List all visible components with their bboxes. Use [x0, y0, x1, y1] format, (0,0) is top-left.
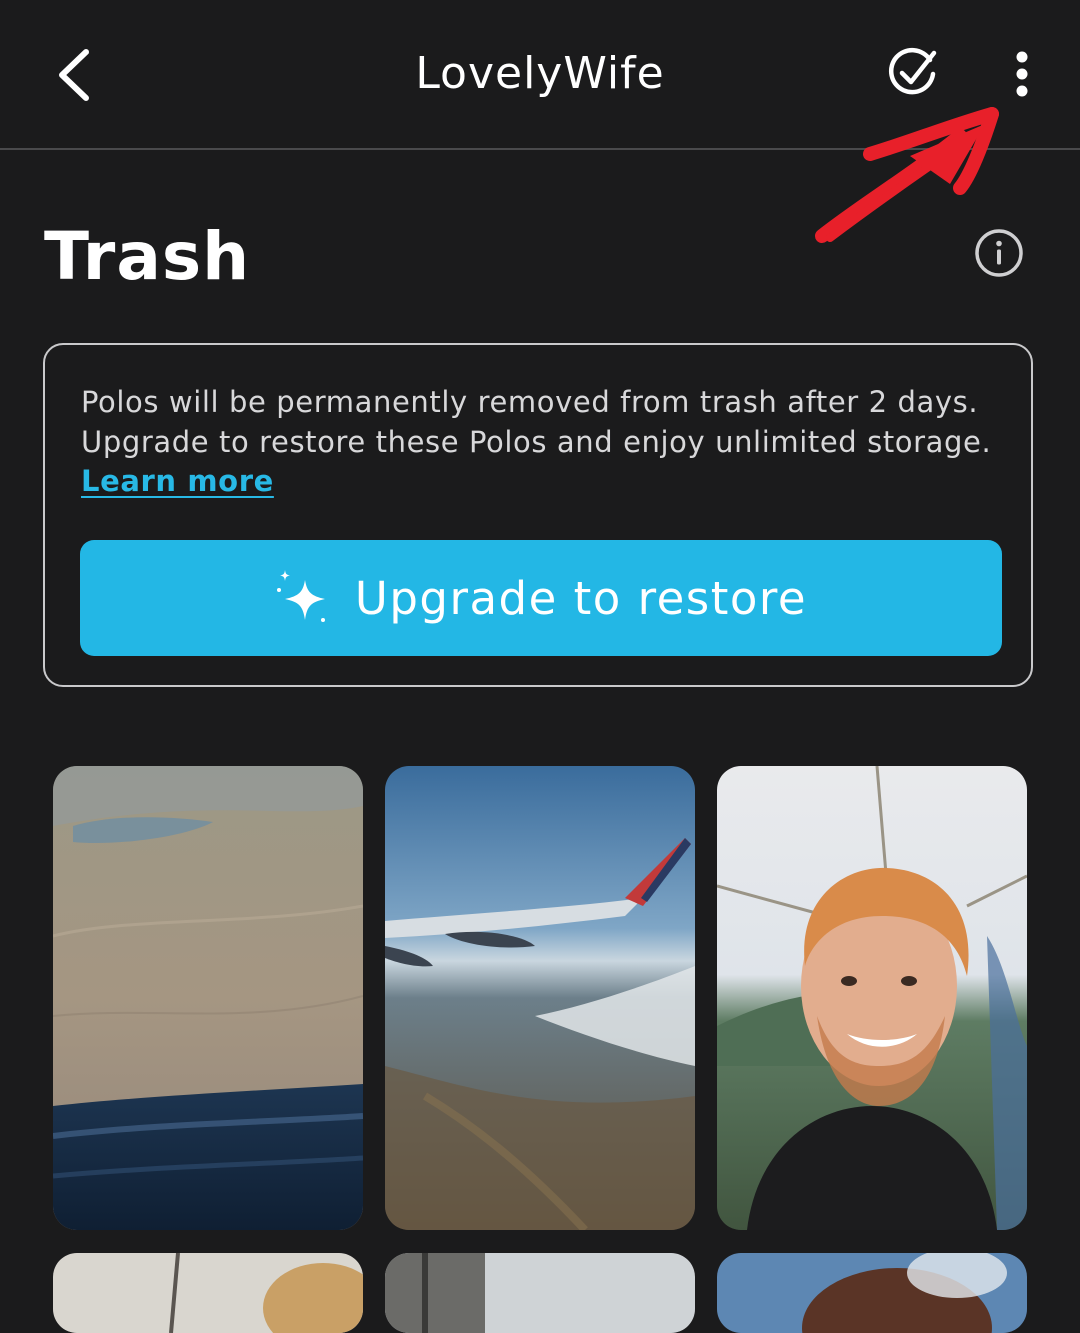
- top-bar: LovelyWife: [0, 0, 1080, 150]
- photo-partial-3[interactable]: [717, 1253, 1027, 1333]
- check-circle-icon: [888, 47, 937, 95]
- info-button[interactable]: [972, 226, 1026, 280]
- airplane-wing-image: [385, 766, 695, 1230]
- notice-text: Polos will be permanently removed from t…: [81, 383, 1011, 502]
- partial-photo-2-image: [385, 1253, 695, 1333]
- photo-partial-2[interactable]: [385, 1253, 695, 1333]
- learn-more-link[interactable]: Learn more: [81, 464, 274, 498]
- photo-aerial-desert[interactable]: [53, 766, 363, 1230]
- photo-partial-1[interactable]: [53, 1253, 363, 1333]
- notice-message: Polos will be permanently removed from t…: [81, 385, 992, 459]
- select-button[interactable]: [884, 44, 942, 102]
- more-options-button[interactable]: [1000, 48, 1044, 104]
- upgrade-button-label: Upgrade to restore: [354, 571, 808, 625]
- photo-airplane-wing[interactable]: [385, 766, 695, 1230]
- partial-photo-3-image: [717, 1253, 1027, 1333]
- sparkle-icon: [276, 570, 325, 622]
- photo-smiling-man[interactable]: [717, 766, 1027, 1230]
- aerial-desert-image: [53, 766, 363, 1230]
- info-icon: [975, 229, 1023, 277]
- partial-photo-1-image: [53, 1253, 363, 1333]
- upgrade-to-restore-button[interactable]: Upgrade to restore: [80, 540, 1002, 656]
- page-title: Trash: [44, 218, 251, 295]
- more-vertical-icon: [1016, 51, 1028, 97]
- smiling-man-image: [717, 766, 1027, 1230]
- trash-notice-card: Polos will be permanently removed from t…: [43, 343, 1033, 687]
